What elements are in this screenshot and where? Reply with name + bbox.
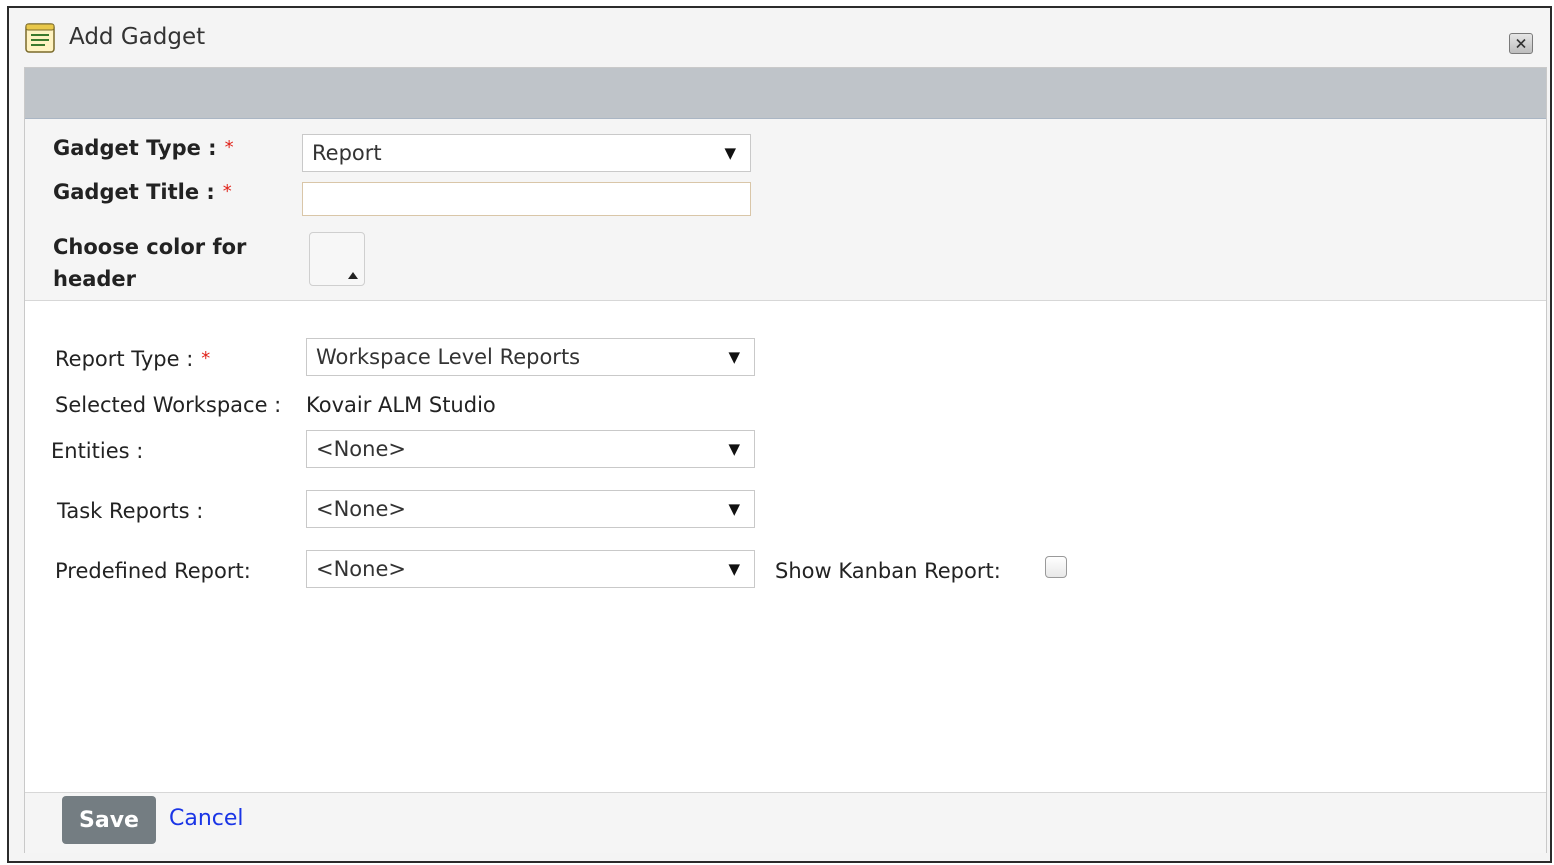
chevron-down-icon: ▼ xyxy=(728,440,740,458)
task-reports-label: Task Reports : xyxy=(57,499,204,523)
dialog-titlebar: Add Gadget xyxy=(9,8,1550,68)
task-reports-select[interactable]: <None> ▼ xyxy=(306,490,755,528)
selected-workspace-label: Selected Workspace : xyxy=(55,393,282,417)
show-kanban-label: Show Kanban Report: xyxy=(775,559,1001,583)
dialog-title: Add Gadget xyxy=(69,24,206,50)
gadget-type-label-text: Gadget Type : xyxy=(53,136,217,160)
color-label-line2: header xyxy=(53,267,136,291)
cancel-link[interactable]: Cancel xyxy=(169,803,244,835)
required-mark: * xyxy=(224,137,234,158)
predefined-report-select[interactable]: <None> ▼ xyxy=(306,550,755,588)
dialog-body: Gadget Type : * Report ▼ Gadget Title : * … xyxy=(24,67,1547,853)
report-type-select[interactable]: Workspace Level Reports ▼ xyxy=(306,338,755,376)
dialog-footer: Save Cancel xyxy=(25,792,1546,853)
chevron-down-icon: ▼ xyxy=(728,560,740,578)
required-mark: * xyxy=(222,181,232,202)
entities-label: Entities : xyxy=(51,439,144,463)
required-mark: * xyxy=(201,348,211,369)
entities-value: <None> xyxy=(316,437,406,461)
show-kanban-checkbox[interactable] xyxy=(1045,556,1067,578)
predefined-report-value: <None> xyxy=(316,557,406,581)
save-button[interactable]: Save xyxy=(62,796,156,844)
predefined-report-label: Predefined Report: xyxy=(55,559,251,583)
report-type-label: Report Type : * xyxy=(55,344,210,374)
close-button[interactable] xyxy=(1509,33,1533,54)
gadget-settings-section: Gadget Type : * Report ▼ Gadget Title : * … xyxy=(25,119,1546,301)
triangle-up-icon xyxy=(348,272,358,279)
report-type-value: Workspace Level Reports xyxy=(316,345,581,369)
add-gadget-dialog: Add Gadget Gadget Type : * Report ▼ Gadge… xyxy=(7,6,1552,863)
gadget-list-icon xyxy=(25,23,55,53)
header-strip xyxy=(25,68,1546,119)
close-icon xyxy=(1516,38,1526,49)
color-label: Choose color for header xyxy=(53,231,246,295)
gadget-title-label: Gadget Title : * xyxy=(53,176,232,208)
chevron-down-icon: ▼ xyxy=(728,348,740,366)
chevron-down-icon: ▼ xyxy=(724,144,736,162)
task-reports-value: <None> xyxy=(316,497,406,521)
entities-select[interactable]: <None> ▼ xyxy=(306,430,755,468)
chevron-down-icon: ▼ xyxy=(728,500,740,518)
report-type-label-text: Report Type : xyxy=(55,347,194,371)
gadget-type-value: Report xyxy=(312,141,382,165)
gadget-type-select[interactable]: Report ▼ xyxy=(302,134,751,172)
gadget-title-label-text: Gadget Title : xyxy=(53,180,215,204)
header-color-picker[interactable] xyxy=(309,232,365,286)
gadget-title-input[interactable] xyxy=(302,182,751,216)
gadget-type-label: Gadget Type : * xyxy=(53,132,234,164)
color-label-line1: Choose color for xyxy=(53,235,247,259)
selected-workspace-value: Kovair ALM Studio xyxy=(306,393,496,417)
